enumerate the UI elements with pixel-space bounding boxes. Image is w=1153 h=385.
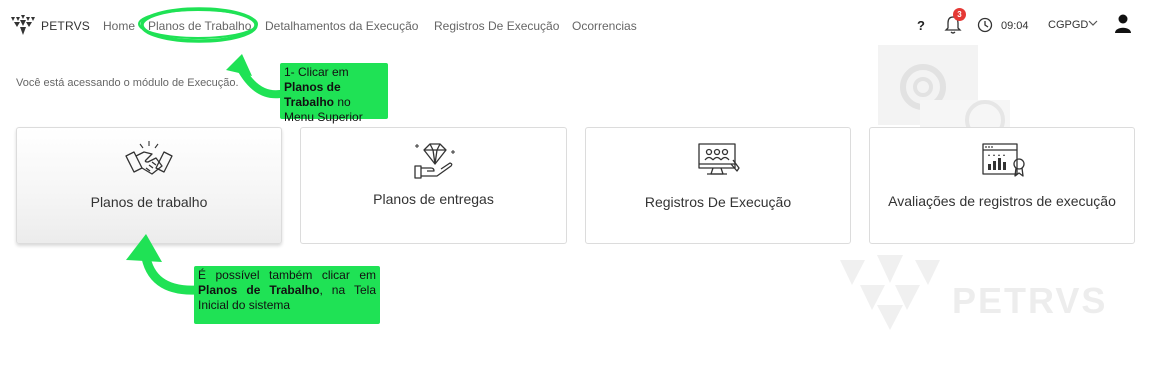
help-button[interactable]: ? — [917, 18, 925, 33]
card-planos-de-trabalho[interactable]: Planos de trabalho — [16, 127, 282, 244]
clock-icon — [977, 17, 993, 33]
watermark-logo-icon — [840, 255, 940, 330]
pointer-arrow-icon — [226, 54, 284, 99]
card-label: Avaliações de registros de execução — [888, 193, 1116, 209]
nav-registros-de-execucao[interactable]: Registros De Execução — [434, 19, 559, 33]
notification-badge: 3 — [953, 8, 966, 21]
tutorial-callout: 1- Clicar em Planos de Trabalho no Menu … — [280, 63, 388, 124]
intro-text: Você está acessando o módulo de Execução… — [16, 77, 239, 89]
diamond-hand-icon — [413, 143, 455, 179]
card-registros-de-execucao[interactable]: Registros De Execução — [585, 127, 851, 244]
unit-selector[interactable]: CGPGD — [1048, 19, 1088, 31]
card-planos-de-entregas[interactable]: Planos de entregas — [300, 127, 567, 244]
watermark-text: PETRVS — [952, 280, 1108, 321]
user-avatar-icon[interactable] — [1114, 14, 1132, 34]
pointer-arrow-icon — [126, 234, 200, 295]
nav-ocorrencias[interactable]: Ocorrencias — [572, 19, 637, 33]
chevron-down-icon[interactable] — [1088, 17, 1098, 29]
monitor-team-icon — [698, 143, 740, 175]
highlight-circle — [138, 7, 258, 43]
petrvs-logo-icon[interactable] — [10, 14, 36, 36]
handshake-icon — [125, 141, 173, 175]
card-avaliacoes-de-registros[interactable]: Avaliações de registros de execução — [869, 127, 1135, 244]
card-label: Planos de trabalho — [90, 194, 208, 210]
brand-name[interactable]: PETRVS — [41, 19, 90, 33]
card-label: Registros De Execução — [644, 194, 792, 210]
tutorial-callout: É possível também clicar em Planos de Tr… — [194, 266, 380, 324]
nav-detalhamentos-da-execucao[interactable]: Detalhamentos da Execução — [265, 19, 418, 33]
nav-home[interactable]: Home — [103, 19, 135, 33]
current-time: 09:04 — [1001, 20, 1029, 32]
card-label: Planos de entregas — [373, 191, 494, 207]
rating-certificate-icon — [982, 143, 1025, 177]
